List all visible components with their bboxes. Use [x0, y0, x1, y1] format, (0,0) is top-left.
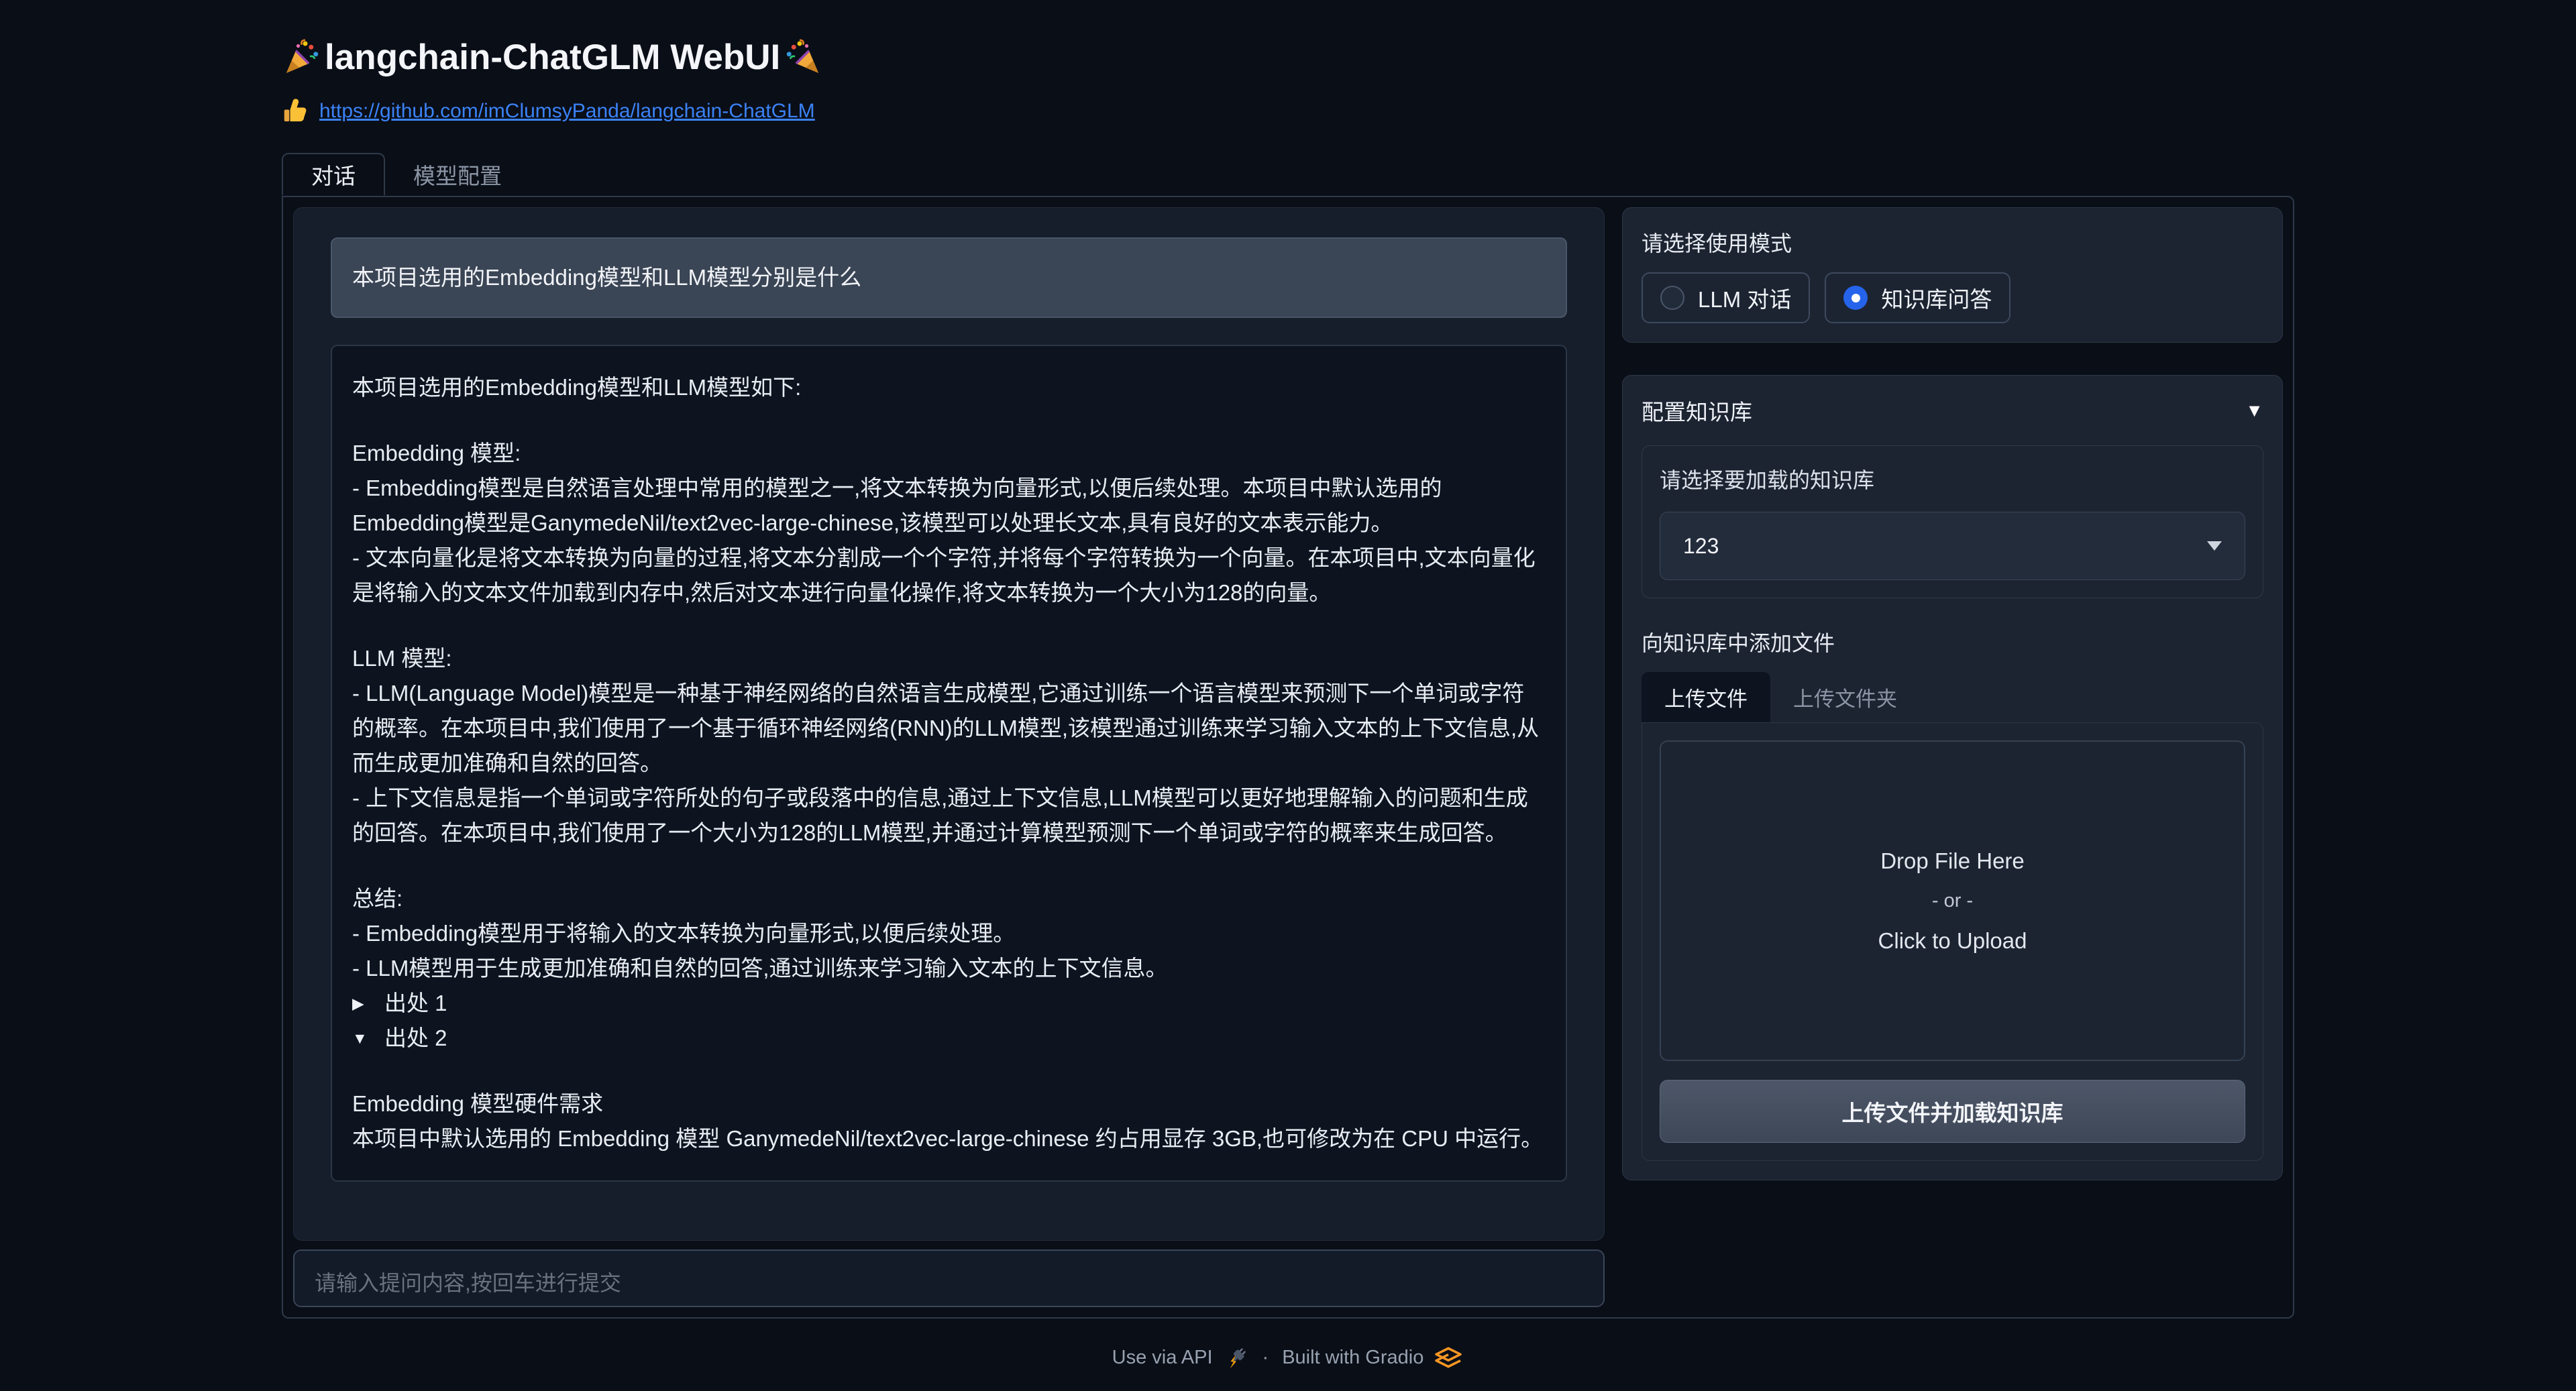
repo-link-row: https://github.com/imClumsyPanda/langcha…	[282, 98, 2294, 125]
mode-label: 请选择使用模式	[1642, 227, 2263, 258]
chat-column: 本项目选用的Embedding模型和LLM模型分别是什么 本项目选用的Embed…	[293, 207, 1605, 1307]
source-2-label: 出处 2	[384, 1021, 447, 1056]
radio-unselected-icon	[1660, 286, 1684, 310]
dropzone-line1: Drop File Here	[1880, 848, 2025, 874]
kb-accordion-header[interactable]: 配置知识库 ▼	[1642, 394, 2263, 427]
thumbs-up-icon	[282, 98, 309, 125]
kb-accordion-title: 配置知识库	[1642, 394, 1752, 427]
tab-model-config[interactable]: 模型配置	[385, 153, 530, 196]
kb-select-box: 请选择要加载的知识库 123	[1642, 445, 2263, 598]
tab-upload-folder-label: 上传文件夹	[1793, 687, 1897, 711]
kb-select-label: 请选择要加载的知识库	[1660, 463, 2245, 494]
tab-upload-file[interactable]: 上传文件	[1642, 672, 1770, 722]
question-input[interactable]	[293, 1249, 1605, 1307]
chatbot-panel[interactable]: 本项目选用的Embedding模型和LLM模型分别是什么 本项目选用的Embed…	[293, 207, 1605, 1241]
tab-model-config-label: 模型配置	[413, 158, 502, 190]
kb-dropdown-value: 123	[1683, 534, 1719, 559]
main-tabbar: 对话 模型配置	[282, 153, 2294, 196]
upload-tab-content: Drop File Here - or - Click to Upload 上传…	[1642, 722, 2263, 1161]
kb-accordion: 配置知识库 ▼ 请选择要加载的知识库 123 向知识库中添加文件 上传文件	[1622, 375, 2283, 1180]
mode-panel: 请选择使用模式 LLM 对话 知识库问答	[1622, 207, 2283, 343]
built-with-gradio-label: Built with Gradio	[1282, 1347, 1424, 1369]
bot-paragraph-intro: 本项目选用的Embedding模型和LLM模型如下:	[352, 370, 1546, 405]
api-plug-icon	[1222, 1344, 1249, 1371]
dropzone-or: - or -	[1932, 890, 1973, 912]
radio-knowledge-qa[interactable]: 知识库问答	[1825, 272, 2010, 323]
radio-knowledge-qa-label: 知识库问答	[1881, 282, 1992, 314]
built-with-gradio-link[interactable]: Built with Gradio	[1282, 1347, 1464, 1369]
footer-separator: ·	[1263, 1347, 1269, 1369]
dropdown-caret-icon	[2207, 541, 2222, 551]
gradio-logo-icon	[1433, 1347, 1464, 1368]
bot-paragraph-summary: 总结: - Embedding模型用于将输入的文本转换为向量形式,以便后续处理。…	[352, 881, 1546, 986]
bot-paragraph-embedding: Embedding 模型: - Embedding模型是自然语言处理中常用的模型…	[352, 436, 1546, 610]
bot-paragraph-llm: LLM 模型: - LLM(Language Model)模型是一种基于神经网络…	[352, 641, 1546, 850]
bot-message: 本项目选用的Embedding模型和LLM模型如下: Embedding 模型:…	[331, 345, 1567, 1182]
use-via-api-link[interactable]: Use via API	[1112, 1344, 1249, 1371]
party-popper-icon	[786, 39, 823, 76]
mode-radio-group: LLM 对话 知识库问答	[1642, 272, 2263, 323]
radio-llm-chat-label: LLM 对话	[1698, 282, 1791, 314]
settings-column: 请选择使用模式 LLM 对话 知识库问答	[1622, 207, 2283, 1307]
user-message: 本项目选用的Embedding模型和LLM模型分别是什么	[331, 237, 1567, 318]
page-title: langchain-ChatGLM WebUI	[282, 37, 2294, 78]
chevron-down-icon: ▼	[352, 1021, 372, 1056]
chat-tab-content: 本项目选用的Embedding模型和LLM模型分别是什么 本项目选用的Embed…	[282, 196, 2294, 1319]
radio-llm-chat[interactable]: LLM 对话	[1642, 272, 1810, 323]
add-file-label: 向知识库中添加文件	[1642, 626, 2263, 657]
accordion-collapse-icon: ▼	[2245, 400, 2263, 421]
source-1-label: 出处 1	[384, 986, 447, 1021]
kb-dropdown[interactable]: 123	[1660, 512, 2245, 580]
upload-tabbar: 上传文件 上传文件夹	[1642, 672, 2263, 722]
tab-upload-folder[interactable]: 上传文件夹	[1770, 672, 1920, 722]
dropzone-line2: Click to Upload	[1878, 928, 2027, 954]
tab-chat-label: 对话	[311, 158, 356, 190]
file-dropzone[interactable]: Drop File Here - or - Click to Upload	[1660, 740, 2245, 1061]
tab-upload-file-label: 上传文件	[1664, 687, 1748, 711]
user-message-text: 本项目选用的Embedding模型和LLM模型分别是什么	[352, 265, 861, 290]
page-title-text: langchain-ChatGLM WebUI	[325, 37, 780, 78]
party-popper-icon	[282, 39, 319, 76]
use-via-api-label: Use via API	[1112, 1347, 1213, 1369]
footer: Use via API · Built with Gradio	[282, 1344, 2294, 1371]
app-page: langchain-ChatGLM WebUI https://github.c…	[0, 0, 2576, 1371]
app-content: langchain-ChatGLM WebUI https://github.c…	[282, 0, 2294, 1371]
radio-selected-icon	[1843, 286, 1868, 310]
repo-link[interactable]: https://github.com/imClumsyPanda/langcha…	[319, 100, 815, 123]
source-2-content: Embedding 模型硬件需求 本项目中默认选用的 Embedding 模型 …	[352, 1087, 1546, 1156]
source-2-toggle[interactable]: ▼ 出处 2	[352, 1021, 1546, 1056]
radio-dot	[1851, 294, 1860, 302]
tab-chat[interactable]: 对话	[282, 153, 385, 196]
upload-and-load-kb-button[interactable]: 上传文件并加载知识库	[1660, 1080, 2245, 1143]
chevron-right-icon: ▶	[352, 986, 372, 1021]
source-1-toggle[interactable]: ▶ 出处 1	[352, 986, 1546, 1021]
